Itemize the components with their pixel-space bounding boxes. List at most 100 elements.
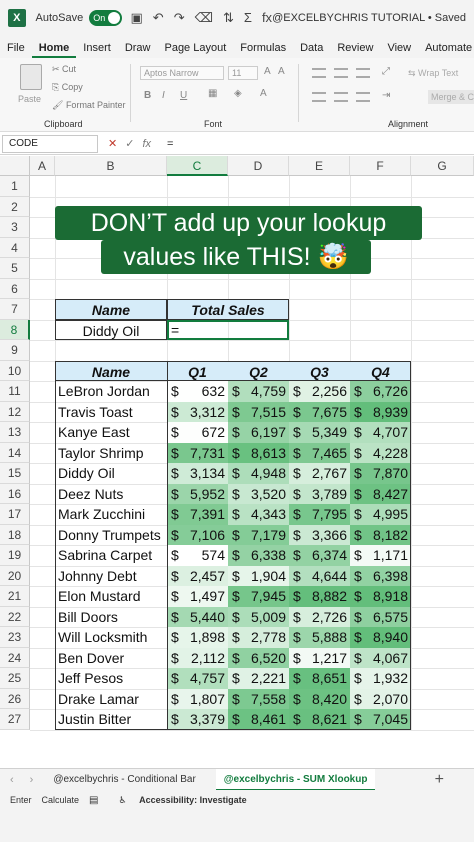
column-header-f[interactable]: F [350,156,411,176]
sales-value-cell[interactable]: $1,904 [228,565,289,586]
sales-value-cell[interactable]: $7,675 [289,401,350,422]
row-header-8[interactable]: 8 [0,319,30,340]
sales-value-cell[interactable]: $2,256 [289,381,350,402]
orientation-icon[interactable]: ⤢ [382,66,390,77]
sales-value-cell[interactable]: $672 [167,422,228,443]
sales-value-cell[interactable]: $7,731 [167,442,228,463]
row-header-21[interactable]: 21 [0,586,30,607]
sales-value-cell[interactable]: $632 [167,381,228,402]
merge-center-button[interactable]: Merge & C [428,90,474,104]
indent-icon[interactable]: ⇥ [382,90,390,101]
sales-value-cell[interactable]: $6,398 [350,565,411,586]
sales-value-cell[interactable]: $7,465 [289,442,350,463]
column-header-d[interactable]: D [228,156,289,176]
sales-value-cell[interactable]: $7,558 [228,688,289,709]
table-row-name[interactable]: Elon Mustard [55,586,167,607]
sales-value-cell[interactable]: $1,217 [289,647,350,668]
lookup-name-cell[interactable]: Diddy Oil [55,319,167,340]
sales-value-cell[interactable]: $6,374 [289,545,350,566]
sum-icon[interactable]: Σ [244,10,252,26]
sales-value-cell[interactable]: $5,440 [167,606,228,627]
sales-value-cell[interactable]: $2,767 [289,463,350,484]
sales-value-cell[interactable]: $8,420 [289,688,350,709]
sales-value-cell[interactable]: $5,009 [228,606,289,627]
sheet-tab-sum-xlookup[interactable]: @excelbychris - SUM Xlookup [215,768,376,791]
decrease-font-icon[interactable]: A [278,66,285,77]
sales-value-cell[interactable]: $7,179 [228,524,289,545]
increase-font-icon[interactable]: A [264,66,271,77]
row-header-27[interactable]: 27 [0,709,30,730]
sales-value-cell[interactable]: $8,651 [289,668,350,689]
tab-page-layout[interactable]: Page Layout [157,42,233,58]
sales-value-cell[interactable]: $4,757 [167,668,228,689]
row-header-19[interactable]: 19 [0,545,30,566]
sales-value-cell[interactable]: $4,644 [289,565,350,586]
row-header-20[interactable]: 20 [0,565,30,586]
sales-value-cell[interactable]: $3,312 [167,401,228,422]
cut-button[interactable]: ✂ Cut [52,64,76,75]
sales-value-cell[interactable]: $4,995 [350,504,411,525]
sheet-tab-conditional-bar[interactable]: @excelbychris - Conditional Bar [45,769,203,791]
column-header-e[interactable]: E [289,156,350,176]
autosave-toggle[interactable]: On [89,10,123,26]
sales-value-cell[interactable]: $8,918 [350,586,411,607]
table-row-name[interactable]: Travis Toast [55,402,167,423]
row-header-4[interactable]: 4 [0,237,30,258]
align-middle-icon[interactable] [334,68,348,78]
add-sheet-button[interactable]: + [435,771,444,789]
sales-value-cell[interactable]: $1,807 [167,688,228,709]
align-top-icon[interactable] [312,68,326,78]
chevron-left-icon[interactable]: ‹ [10,774,14,786]
table-row-name[interactable]: Deez Nuts [55,484,167,505]
tab-view[interactable]: View [380,42,418,58]
table-row-name[interactable]: Will Locksmith [55,627,167,648]
paste-icon[interactable] [20,64,42,90]
sales-value-cell[interactable]: $5,952 [167,483,228,504]
sales-value-cell[interactable]: $2,457 [167,565,228,586]
sales-value-cell[interactable]: $4,343 [228,504,289,525]
bold-button[interactable]: B [144,90,151,101]
name-box[interactable]: CODE [2,134,98,153]
sales-value-cell[interactable]: $7,870 [350,463,411,484]
sales-value-cell[interactable]: $6,575 [350,606,411,627]
clear-format-icon[interactable]: ⌫ [195,10,213,26]
sales-value-cell[interactable]: $8,427 [350,483,411,504]
row-header-6[interactable]: 6 [0,278,30,299]
column-header-a[interactable]: A [30,156,55,176]
sales-value-cell[interactable]: $3,366 [289,524,350,545]
wrap-text-button[interactable]: ⇆ Wrap Text [408,68,458,79]
row-header-12[interactable]: 12 [0,401,30,422]
row-header-22[interactable]: 22 [0,606,30,627]
accessibility-status[interactable]: ♿ Accessibility: Investigate [109,795,247,806]
sales-value-cell[interactable]: $6,726 [350,381,411,402]
table-row-name[interactable]: Ben Dover [55,648,167,669]
tab-insert[interactable]: Insert [76,42,118,58]
font-size-select[interactable]: 11 [228,66,258,80]
tab-review[interactable]: Review [330,42,380,58]
workbook-stats-icon[interactable]: ▤ [89,795,98,806]
tab-file[interactable]: File [0,42,32,58]
font-name-select[interactable]: Aptos Narrow [140,66,224,80]
row-header-25[interactable]: 25 [0,668,30,689]
sales-value-cell[interactable]: $4,707 [350,422,411,443]
row-header-2[interactable]: 2 [0,196,30,217]
sales-value-cell[interactable]: $2,070 [350,688,411,709]
sales-value-cell[interactable]: $2,726 [289,606,350,627]
tab-home[interactable]: Home [31,42,77,58]
column-header-g[interactable]: G [411,156,474,176]
row-header-24[interactable]: 24 [0,647,30,668]
sales-value-cell[interactable]: $2,221 [228,668,289,689]
sales-value-cell[interactable]: $8,882 [289,586,350,607]
align-right-icon[interactable] [356,92,370,102]
table-row-name[interactable]: Bill Doors [55,607,167,628]
sales-value-cell[interactable]: $8,182 [350,524,411,545]
font-color-icon[interactable]: A [260,88,267,99]
fill-color-icon[interactable]: ◈ [234,88,242,99]
row-header-13[interactable]: 13 [0,422,30,443]
sales-value-cell[interactable]: $7,045 [350,709,411,730]
row-header-1[interactable]: 1 [0,176,30,197]
status-calculate[interactable]: Calculate [42,795,80,805]
row-header-10[interactable]: 10 [0,360,30,381]
row-header-11[interactable]: 11 [0,381,30,402]
fx-icon[interactable]: fx [262,10,272,26]
